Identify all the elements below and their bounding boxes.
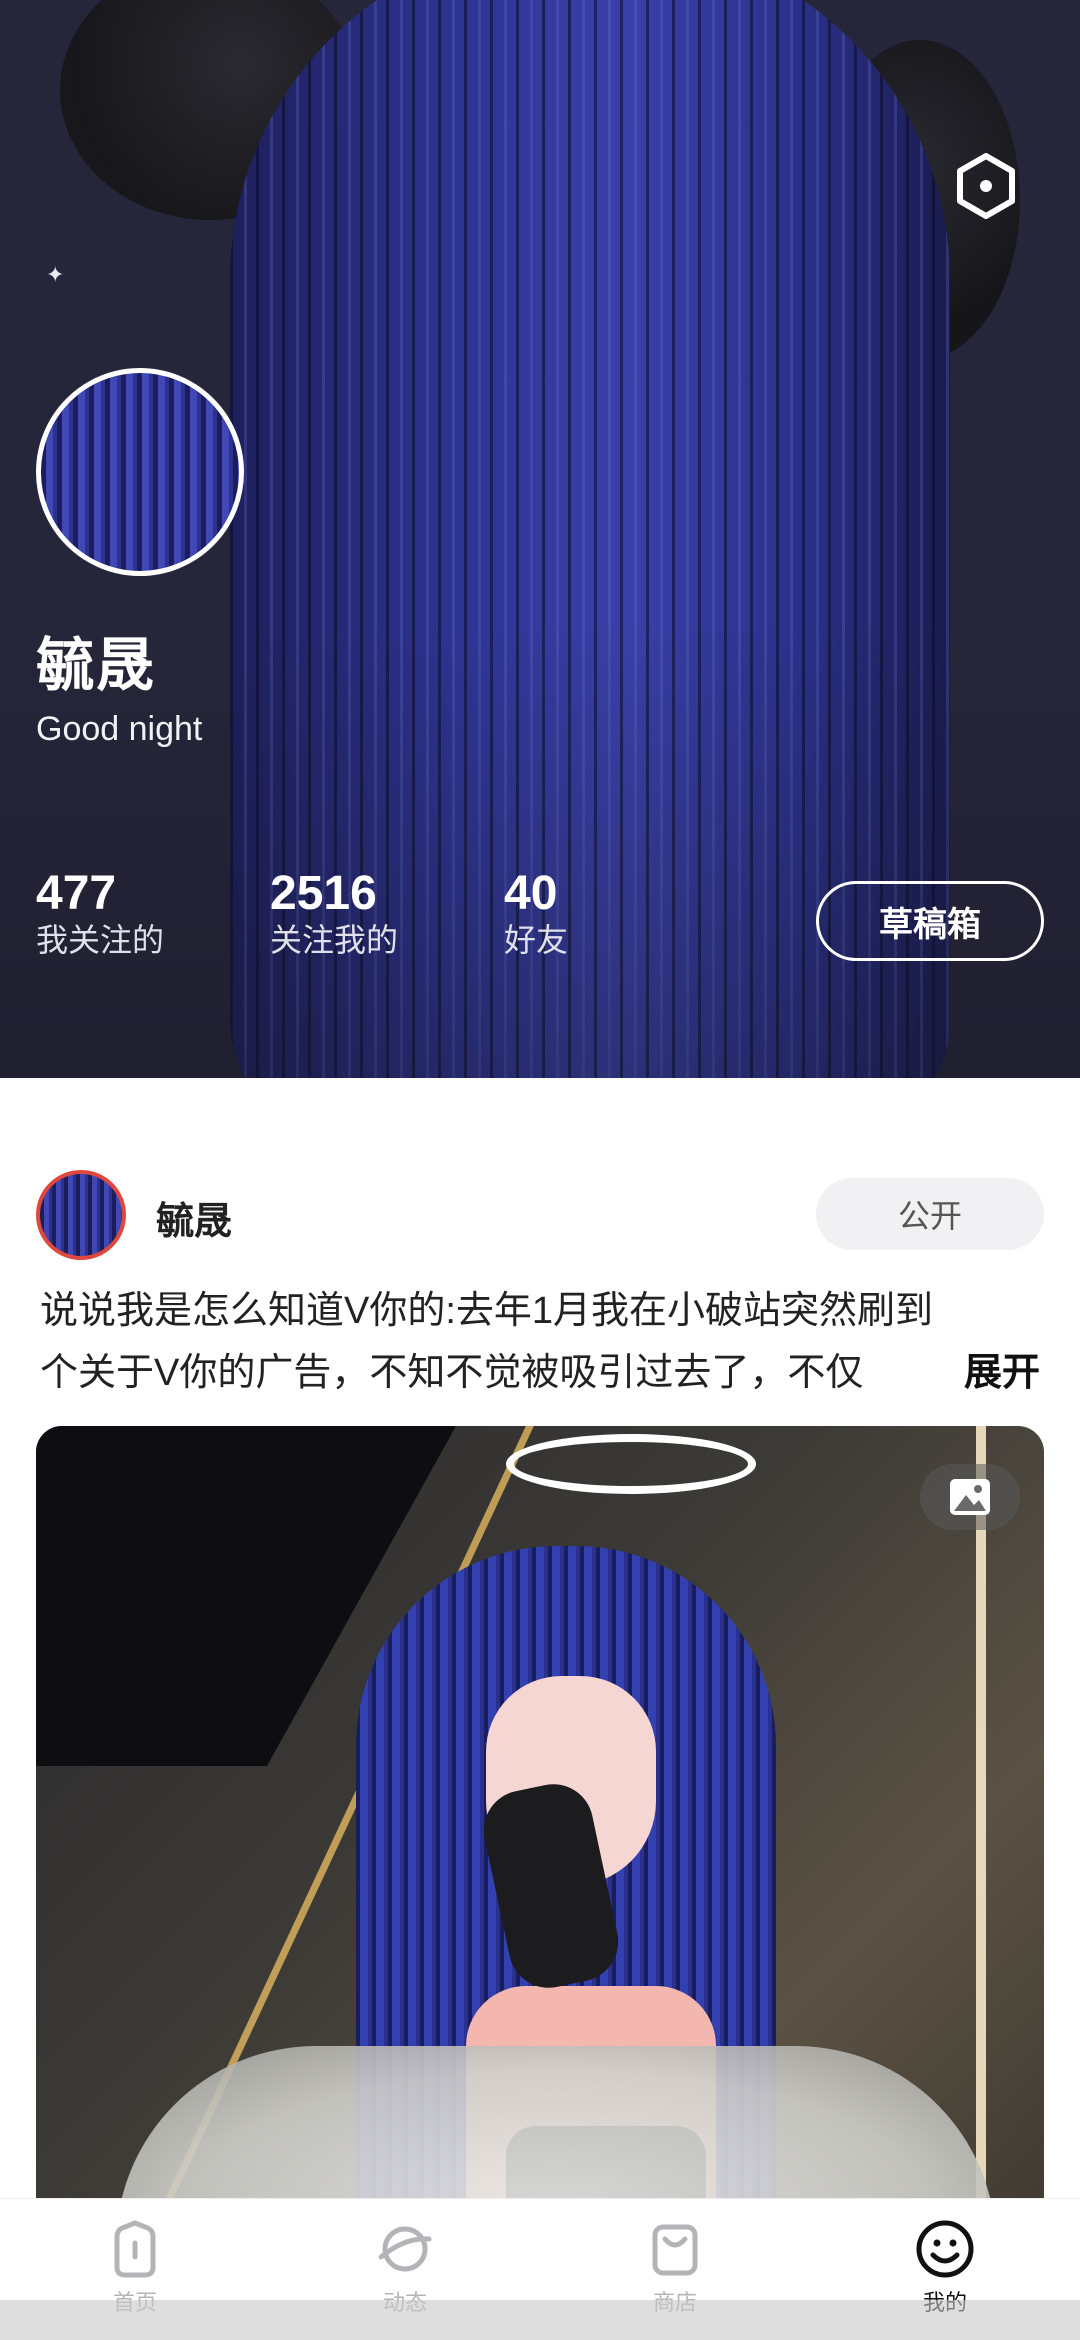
stat-friends[interactable]: 40 好友 <box>504 868 568 960</box>
profile-header-cover: ✦ 毓晟 Good night 477 我关注的 2516 关注我的 40 好友… <box>0 0 1080 1078</box>
hexagon-settings-icon <box>957 153 1015 219</box>
sparkle-icon: ✦ <box>46 262 65 287</box>
expand-text-link[interactable]: 展开 <box>923 1342 1040 1404</box>
stat-followers-count: 2516 <box>270 867 377 920</box>
stat-following[interactable]: 477 我关注的 <box>36 868 164 960</box>
settings-button[interactable] <box>934 134 1038 238</box>
stat-friends-label: 好友 <box>504 922 569 958</box>
stat-followers-label: 关注我的 <box>270 922 399 958</box>
stat-following-label: 我关注的 <box>36 922 165 958</box>
post-text-line-2: 个关于V你的广告，不知不觉被吸引过去了，不仅 展开 <box>40 1342 1040 1404</box>
gallery-button[interactable] <box>920 1464 1020 1530</box>
stat-followers[interactable]: 2516 关注我的 <box>270 868 398 960</box>
cover-fade <box>0 620 1080 1078</box>
profile-name: 毓晟 <box>36 633 157 698</box>
post-image-halo <box>506 1434 756 1494</box>
drafts-button[interactable]: 草稿箱 <box>816 881 1044 961</box>
smiley-icon <box>916 2220 974 2278</box>
profile-bio: Good night <box>36 710 203 748</box>
post-text-line-1: 说说我是怎么知道V你的:去年1月我在小破站突然刷到 <box>40 1290 934 1332</box>
home-icon <box>114 2220 156 2278</box>
post-image[interactable] <box>36 1426 1044 2326</box>
planet-icon <box>378 2226 432 2272</box>
profile-avatar[interactable] <box>36 368 244 576</box>
image-icon <box>950 1479 990 1515</box>
profile-page: ✦ 毓晟 Good night 477 我关注的 2516 关注我的 40 好友… <box>0 0 1080 2340</box>
shopping-bag-icon <box>652 2224 698 2276</box>
post-visibility-badge[interactable]: 公开 <box>816 1178 1044 1250</box>
system-gesture-bar <box>0 2300 1080 2340</box>
stat-friends-count: 40 <box>504 867 558 920</box>
post-author-name[interactable]: 毓晟 <box>156 1190 232 1245</box>
post-text-line-2-content: 个关于V你的广告，不知不觉被吸引过去了，不仅 <box>40 1352 864 1394</box>
post-text[interactable]: 说说我是怎么知道V你的:去年1月我在小破站突然刷到 个关于V你的广告，不知不觉被… <box>40 1280 1040 1404</box>
stat-following-count: 477 <box>36 867 117 920</box>
post-author-avatar[interactable] <box>36 1170 126 1260</box>
